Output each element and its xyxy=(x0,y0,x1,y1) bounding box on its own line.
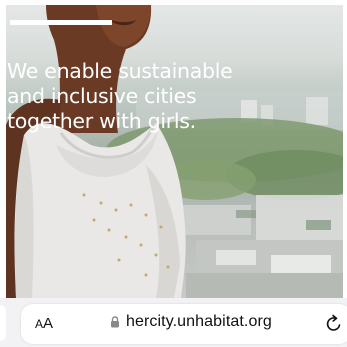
hero-headline-line: and inclusive cities xyxy=(7,84,197,108)
lock-icon xyxy=(111,316,119,328)
reload-icon[interactable] xyxy=(324,314,344,334)
address-bar[interactable]: AA hercity.unhabitat.org xyxy=(21,304,347,344)
text-size-button[interactable]: AA xyxy=(35,315,53,332)
url-display[interactable]: hercity.unhabitat.org xyxy=(110,313,272,331)
accent-bar xyxy=(10,20,112,25)
browser-toolbar: AA hercity.unhabitat.org xyxy=(0,298,347,347)
text-size-large-glyph: A xyxy=(43,315,54,332)
hero-headline: We enable sustainable and inclusive citi… xyxy=(7,59,307,134)
hero-photo xyxy=(6,5,343,298)
text-size-small-glyph: A xyxy=(35,317,44,331)
hero-headline-line: We enable sustainable xyxy=(7,59,233,83)
previous-tab-edge[interactable] xyxy=(0,305,6,341)
hero-image: We enable sustainable and inclusive citi… xyxy=(6,5,343,298)
browser-page: We enable sustainable and inclusive citi… xyxy=(0,0,347,347)
hero-headline-line: together with girls. xyxy=(7,109,196,133)
url-text: hercity.unhabitat.org xyxy=(126,313,272,330)
